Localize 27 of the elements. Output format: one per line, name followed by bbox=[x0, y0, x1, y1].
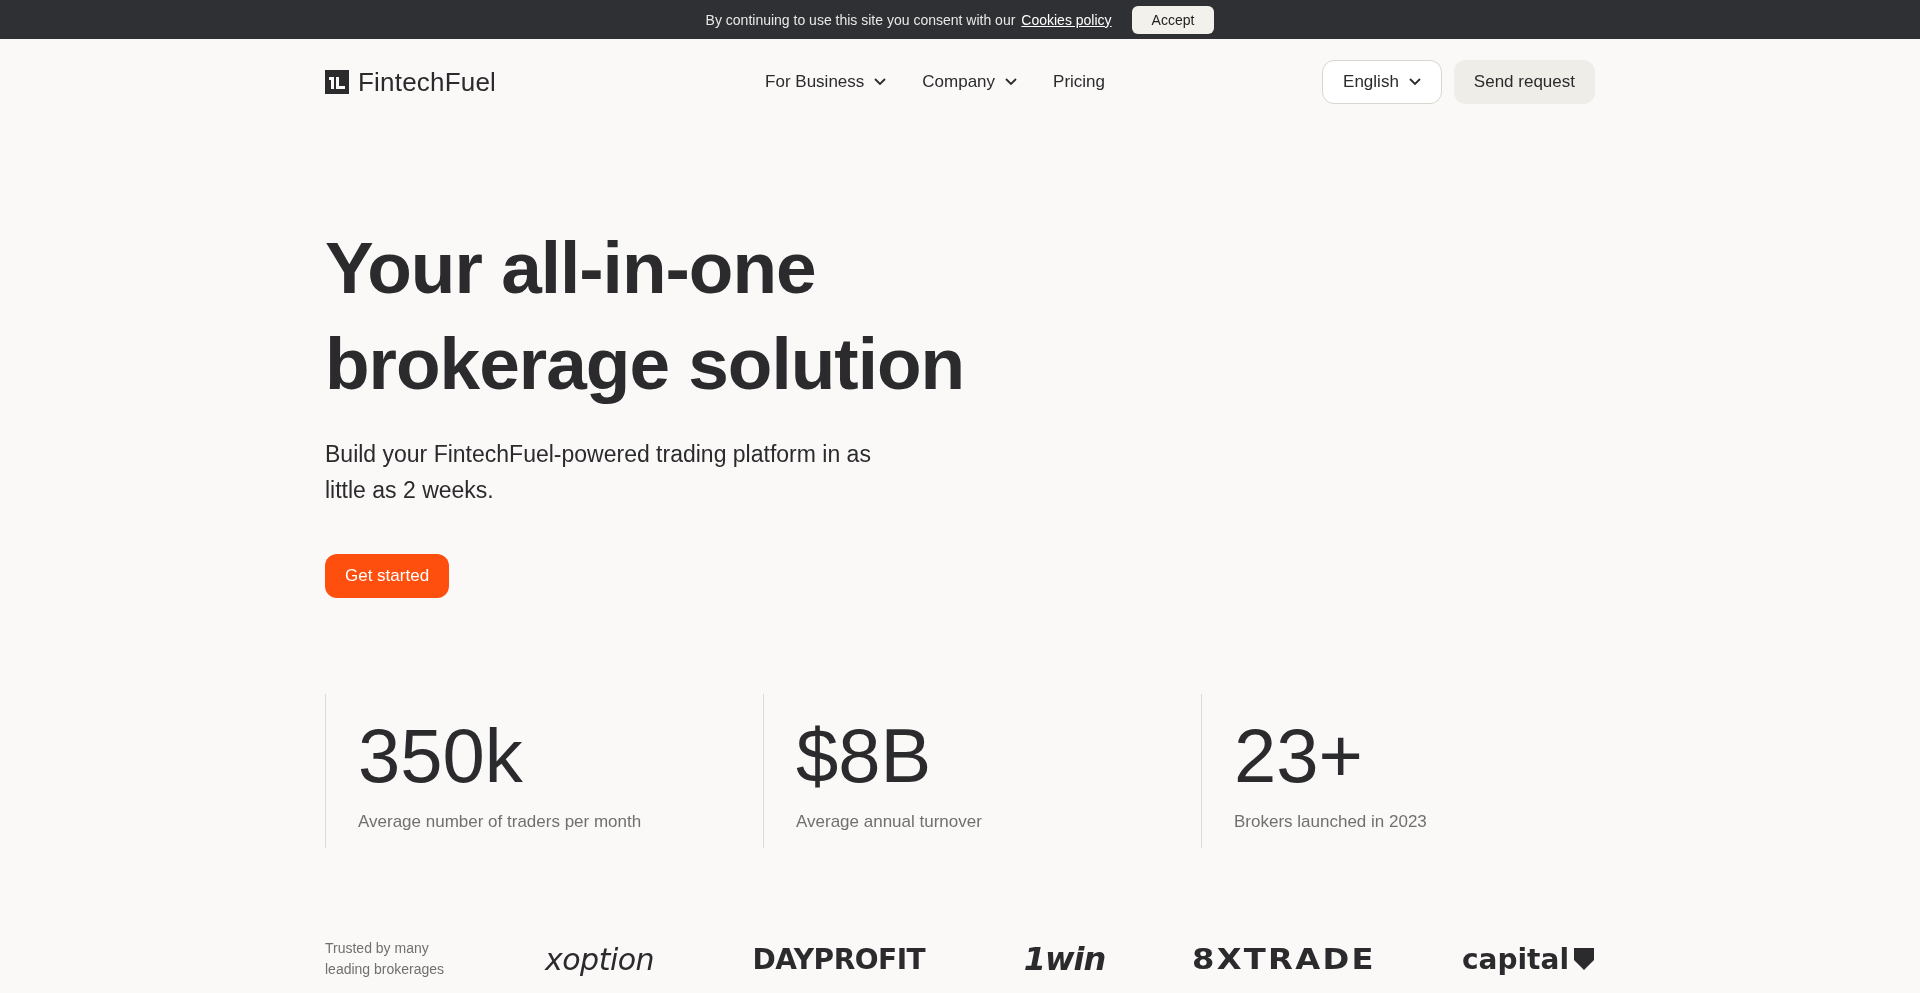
nav-link[interactable]: Pricing bbox=[1053, 72, 1106, 92]
cookie-text: By continuing to use this site you consent with our bbox=[705, 11, 1016, 28]
stat-label: Average number of traders per month bbox=[358, 812, 642, 832]
stat-value: 350k bbox=[358, 716, 523, 796]
chevron-down-icon bbox=[1408, 78, 1421, 86]
shield-icon bbox=[1573, 947, 1595, 971]
stat-label: Brokers launched in 2023 bbox=[1234, 812, 1427, 832]
logo-icon bbox=[325, 70, 349, 94]
send-request-button[interactable]: Send request bbox=[1453, 60, 1595, 104]
brokerage-logo: 8XTRADE bbox=[1191, 942, 1376, 976]
brokerage-logo: 1win bbox=[1023, 940, 1106, 978]
nav-link[interactable]: For Business bbox=[765, 72, 887, 92]
trusted-label: Trusted by many leading brokerages bbox=[325, 939, 445, 979]
stat-label: Average annual turnover bbox=[796, 812, 982, 832]
brokerage-logo: DAYPROFIT bbox=[752, 942, 926, 976]
nav-link[interactable]: Company bbox=[922, 72, 1018, 92]
hero-title: brokerage solution bbox=[325, 322, 965, 406]
accept-button[interactable]: Accept bbox=[1131, 5, 1215, 34]
logo-text[interactable]: FintechFuel bbox=[358, 66, 497, 98]
language-select[interactable]: English bbox=[1322, 60, 1442, 104]
cookies-policy-link[interactable]: Cookies policy bbox=[1021, 11, 1112, 28]
stat-value: 23+ bbox=[1234, 716, 1363, 796]
brokerage-logo: capital bbox=[1461, 942, 1595, 976]
hero-title: Your all-in-one bbox=[325, 226, 816, 310]
hero-subtitle: Build your FintechFuel-powered trading platform in as little as 2 weeks. bbox=[325, 440, 872, 505]
brokerage-logo: xoption bbox=[545, 941, 655, 977]
stat-value: $8B bbox=[796, 716, 932, 796]
